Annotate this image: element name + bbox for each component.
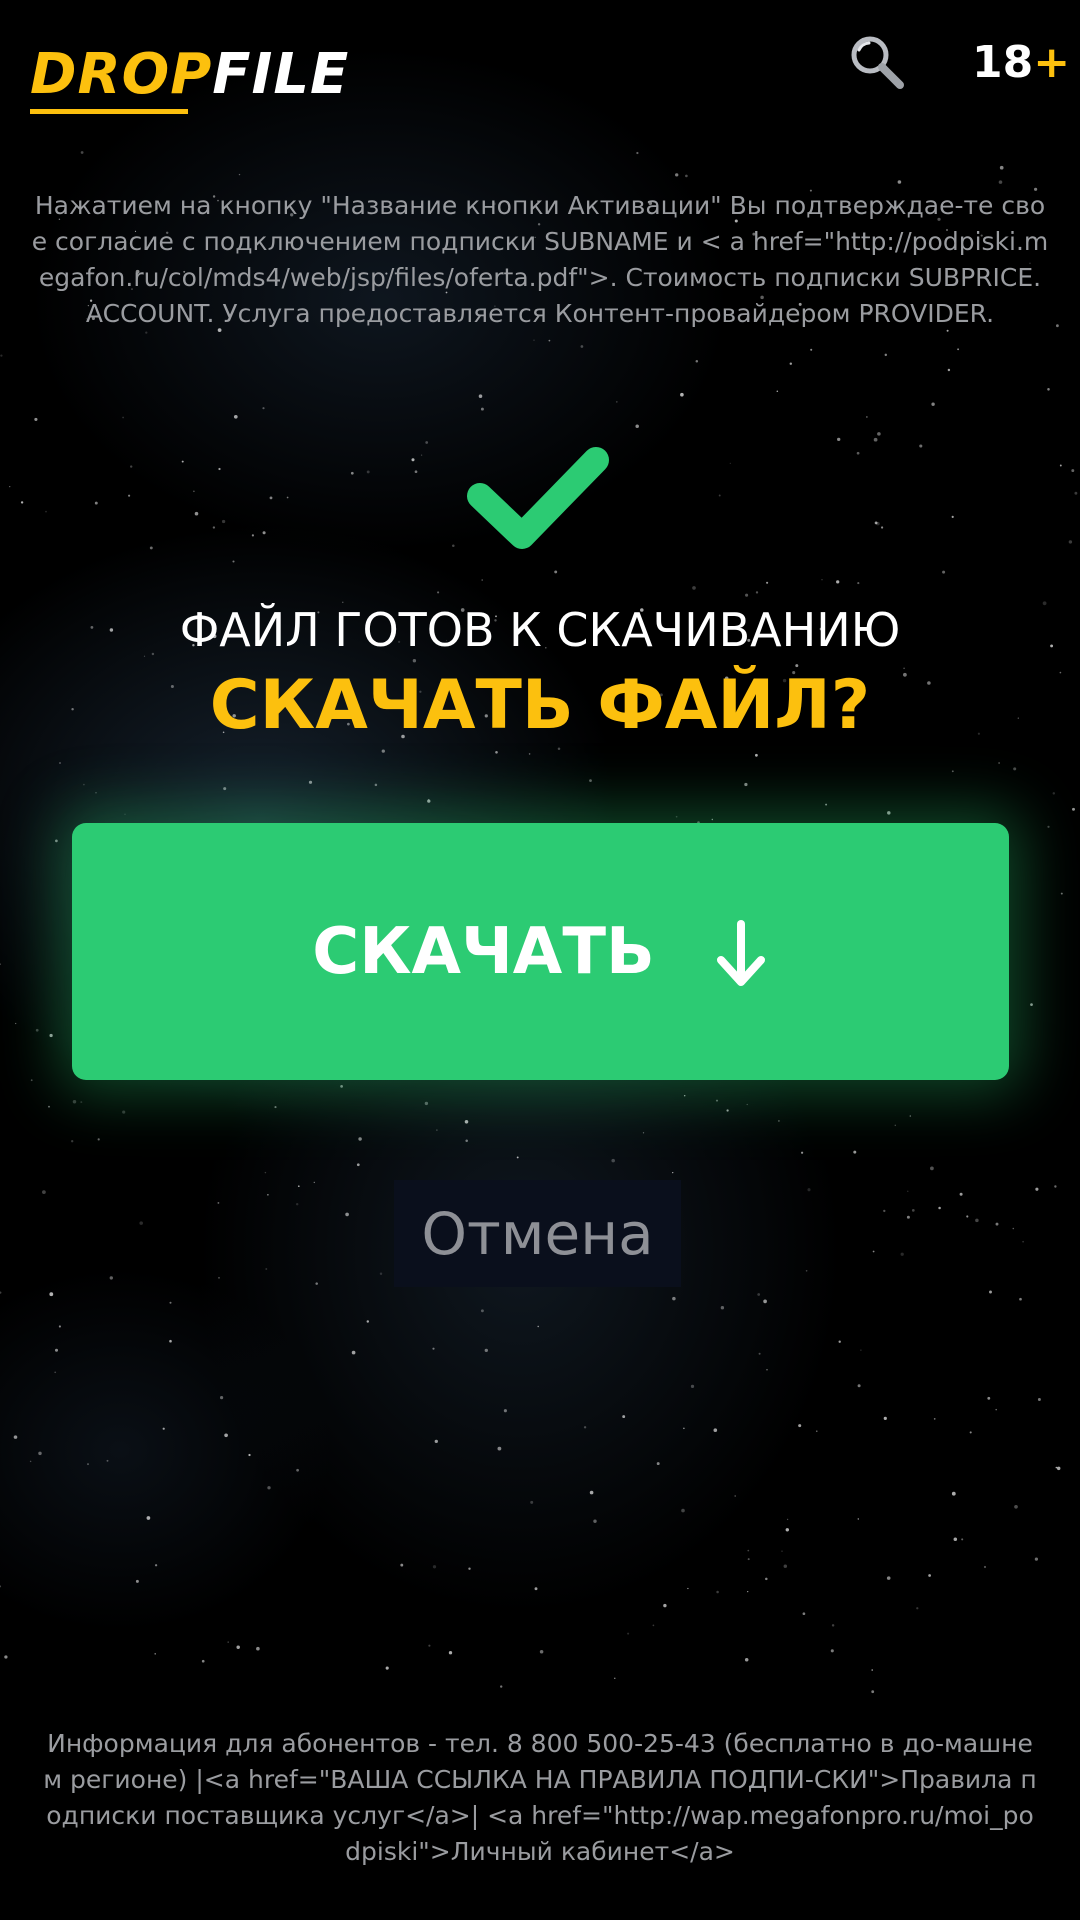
checkmark-icon [467,447,609,549]
search-icon[interactable] [848,33,906,91]
age-number: 18 [972,37,1034,88]
footer-subscriber-info: Информация для абонентов - тел. 8 800 50… [43,1729,1037,1866]
cancel-button-label: Отмена [421,1199,654,1268]
age-plus: + [1033,37,1071,88]
download-question-heading: СКАЧАТЬ ФАЙЛ? [209,666,871,745]
file-ready-text: ФАЙЛ ГОТОВ К СКАЧИВАНИЮ [179,603,901,657]
logo-underline [30,109,188,114]
download-button[interactable]: СКАЧАТЬ [72,823,1009,1080]
subscription-disclaimer: Нажатием на кнопку "Название кнопки Акти… [31,191,1049,328]
age-rating-badge: 18+ [972,34,1070,92]
dropfile-logo[interactable]: DROPFILE [30,40,349,110]
page: DROPFILE 18+ Нажатием на кнопку "Названи… [0,0,1080,1920]
cancel-button[interactable]: Отмена [394,1180,681,1287]
logo-file-text: FILE [212,42,350,107]
download-button-label: СКАЧАТЬ [312,914,655,989]
logo-drop-text: DROP [30,42,213,107]
arrow-down-icon [716,919,765,986]
